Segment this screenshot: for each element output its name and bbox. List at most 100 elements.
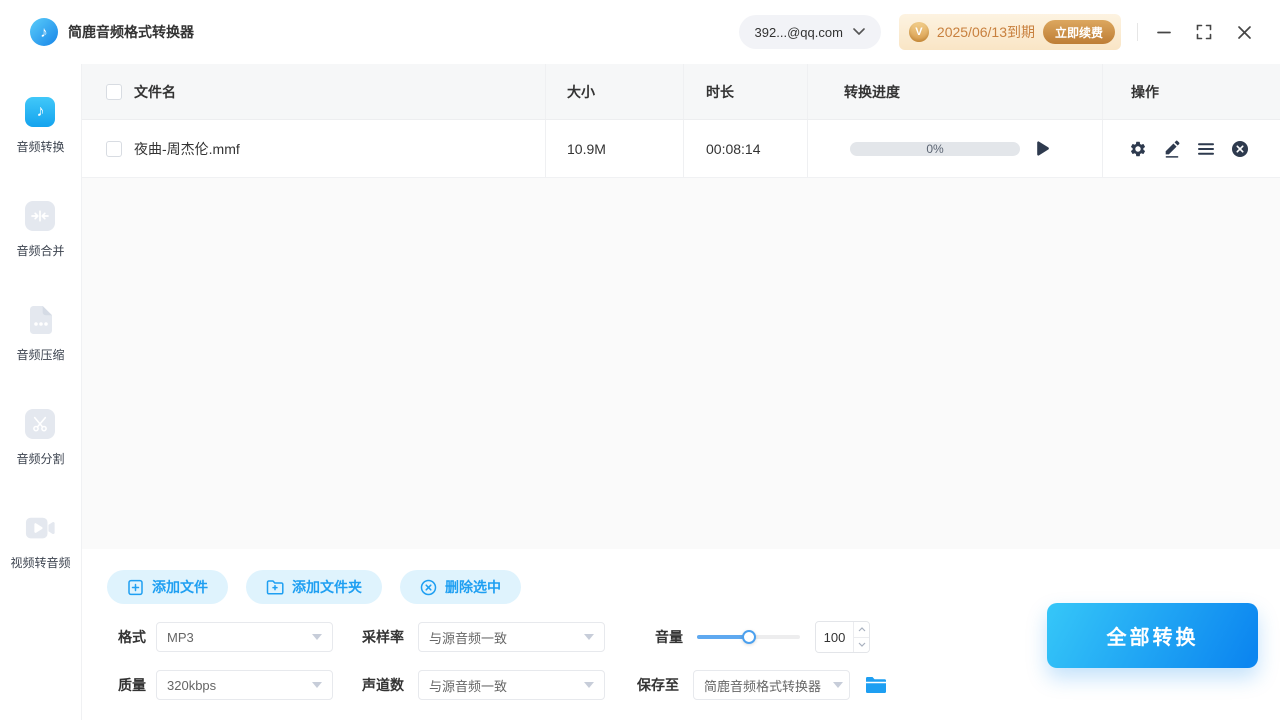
channels-select[interactable]: 与源音频一致 (418, 670, 605, 700)
sidebar-item-label: 音频转换 (16, 140, 65, 154)
chevron-up-icon (858, 626, 865, 632)
file-plus-icon (128, 579, 143, 595)
save-to-select[interactable]: 简鹿音频格式转换器 (693, 670, 850, 700)
sidebar-item-video-to-audio[interactable]: 视频转音频 (10, 513, 71, 571)
add-file-label: 添加文件 (152, 579, 208, 595)
scissors-icon (25, 409, 56, 439)
maximize-button[interactable] (1190, 18, 1218, 46)
sidebar-item-label: 音频压缩 (16, 348, 65, 362)
menu-lines-icon (1198, 142, 1214, 155)
file-size: 10.9M (545, 120, 683, 177)
volume-label: 音量 (655, 629, 683, 645)
quality-select[interactable]: 320kbps (156, 670, 333, 700)
column-progress: 转换进度 (807, 64, 1102, 119)
chevron-down-icon (833, 682, 843, 688)
volume-numbox (815, 621, 870, 653)
column-filename: 文件名 (134, 83, 176, 100)
quality-value: 320kbps (167, 677, 217, 693)
minimize-button[interactable] (1150, 18, 1178, 46)
sample-rate-value: 与源音频一致 (429, 630, 508, 646)
sample-rate-label: 采样率 (362, 629, 404, 645)
close-button[interactable] (1230, 18, 1258, 46)
save-to-label: 保存至 (637, 677, 679, 693)
vip-badge-icon: V (908, 22, 929, 42)
select-all-checkbox[interactable] (106, 83, 122, 100)
row-checkbox[interactable] (106, 140, 122, 157)
delete-selected-label: 删除选中 (445, 579, 501, 595)
format-value: MP3 (167, 629, 194, 645)
save-to-value: 简鹿音频格式转换器 (704, 678, 822, 694)
sidebar-item-label: 音频合并 (16, 244, 65, 258)
file-name: 夜曲-周杰伦.mmf (134, 140, 240, 157)
convert-all-button[interactable]: 全部转换 (1047, 603, 1258, 668)
progress-label: 0% (926, 141, 944, 156)
open-folder-button[interactable] (865, 676, 887, 694)
add-file-button[interactable]: 添加文件 (107, 570, 228, 604)
row-edit-button[interactable] (1163, 139, 1181, 158)
add-folder-button[interactable]: 添加文件夹 (246, 570, 382, 604)
sidebar-item-audio-compress[interactable]: 音频压缩 (16, 305, 65, 363)
column-actions: 操作 (1102, 64, 1280, 119)
account-email: 392...@qq.com (754, 24, 843, 40)
slider-fill (697, 630, 756, 644)
maximize-icon (1196, 24, 1212, 40)
close-icon (1237, 25, 1251, 39)
table-header: 文件名 大小 时长 转换进度 操作 (82, 64, 1280, 120)
video-camera-icon (25, 513, 56, 543)
sidebar-item-audio-convert[interactable]: ♪ 音频转换 (16, 97, 65, 155)
delete-selected-button[interactable]: 删除选中 (400, 570, 521, 604)
format-select[interactable]: MP3 (156, 622, 333, 652)
format-label: 格式 (118, 629, 146, 645)
remove-circle-x-icon (1232, 140, 1248, 157)
play-button[interactable] (1036, 141, 1049, 156)
row-settings-button[interactable] (1129, 140, 1147, 158)
divider (1137, 23, 1138, 41)
volume-input[interactable] (816, 622, 853, 652)
column-duration: 时长 (683, 64, 807, 119)
channels-label: 声道数 (362, 677, 404, 693)
progress-bar: 0% (850, 141, 1020, 156)
sample-rate-select[interactable]: 与源音频一致 (418, 622, 605, 652)
music-note-icon: ♪ (25, 97, 56, 127)
chevron-down-icon (312, 634, 322, 640)
chevron-down-icon (584, 634, 594, 640)
channels-value: 与源音频一致 (429, 678, 508, 694)
merge-arrows-icon (25, 201, 56, 231)
app-logo-icon: ♪ (30, 18, 58, 46)
sidebar-item-audio-merge[interactable]: 音频合并 (16, 201, 65, 259)
renew-button[interactable]: 立即续费 (1042, 20, 1115, 44)
spinner-up-button[interactable] (854, 622, 869, 638)
title-bar: ♪ 简鹿音频格式转换器 392...@qq.com V 2025/06/13到期… (0, 0, 1280, 64)
column-size: 大小 (545, 64, 683, 119)
slider-track (697, 630, 800, 644)
sidebar-item-audio-split[interactable]: 音频分割 (16, 409, 65, 467)
music-note-glyph: ♪ (36, 103, 45, 120)
license-expiry: 2025/06/13到期 (936, 24, 1035, 40)
open-folder-icon (866, 677, 886, 693)
account-dropdown[interactable]: 392...@qq.com (738, 15, 881, 49)
quality-label: 质量 (118, 677, 146, 693)
add-folder-label: 添加文件夹 (292, 579, 362, 595)
sidebar-item-label: 视频转音频 (10, 556, 71, 570)
spinner-down-button[interactable] (854, 637, 869, 652)
delete-circle-x-icon (420, 579, 437, 595)
volume-spinner (853, 622, 869, 652)
row-delete-button[interactable] (1231, 140, 1249, 158)
sidebar-item-label: 音频分割 (16, 452, 65, 466)
bottom-panel: 添加文件 添加文件夹 删除选中 格式 MP3 采样率 与源音频一致 音量 100… (82, 549, 1280, 720)
volume-slider[interactable] (697, 622, 800, 652)
chevron-down-icon (853, 28, 865, 35)
folder-plus-icon (266, 580, 284, 595)
minimize-icon (1157, 31, 1171, 34)
chevron-down-icon (312, 682, 322, 688)
file-duration: 00:08:14 (683, 120, 807, 177)
row-info-button[interactable] (1197, 140, 1215, 158)
compress-file-icon (25, 305, 55, 335)
app-title: 简鹿音频格式转换器 (68, 24, 194, 40)
table-row: 夜曲-周杰伦.mmf 10.9M 00:08:14 0% (82, 120, 1280, 178)
play-icon (1037, 141, 1049, 156)
file-toolbar: 添加文件 添加文件夹 删除选中 (107, 570, 521, 604)
main-panel: 文件名 大小 时长 转换进度 操作 夜曲-周杰伦.mmf 10.9M 00:08… (82, 64, 1280, 720)
music-note-glyph: ♪ (40, 23, 48, 41)
slider-handle[interactable] (741, 630, 756, 644)
